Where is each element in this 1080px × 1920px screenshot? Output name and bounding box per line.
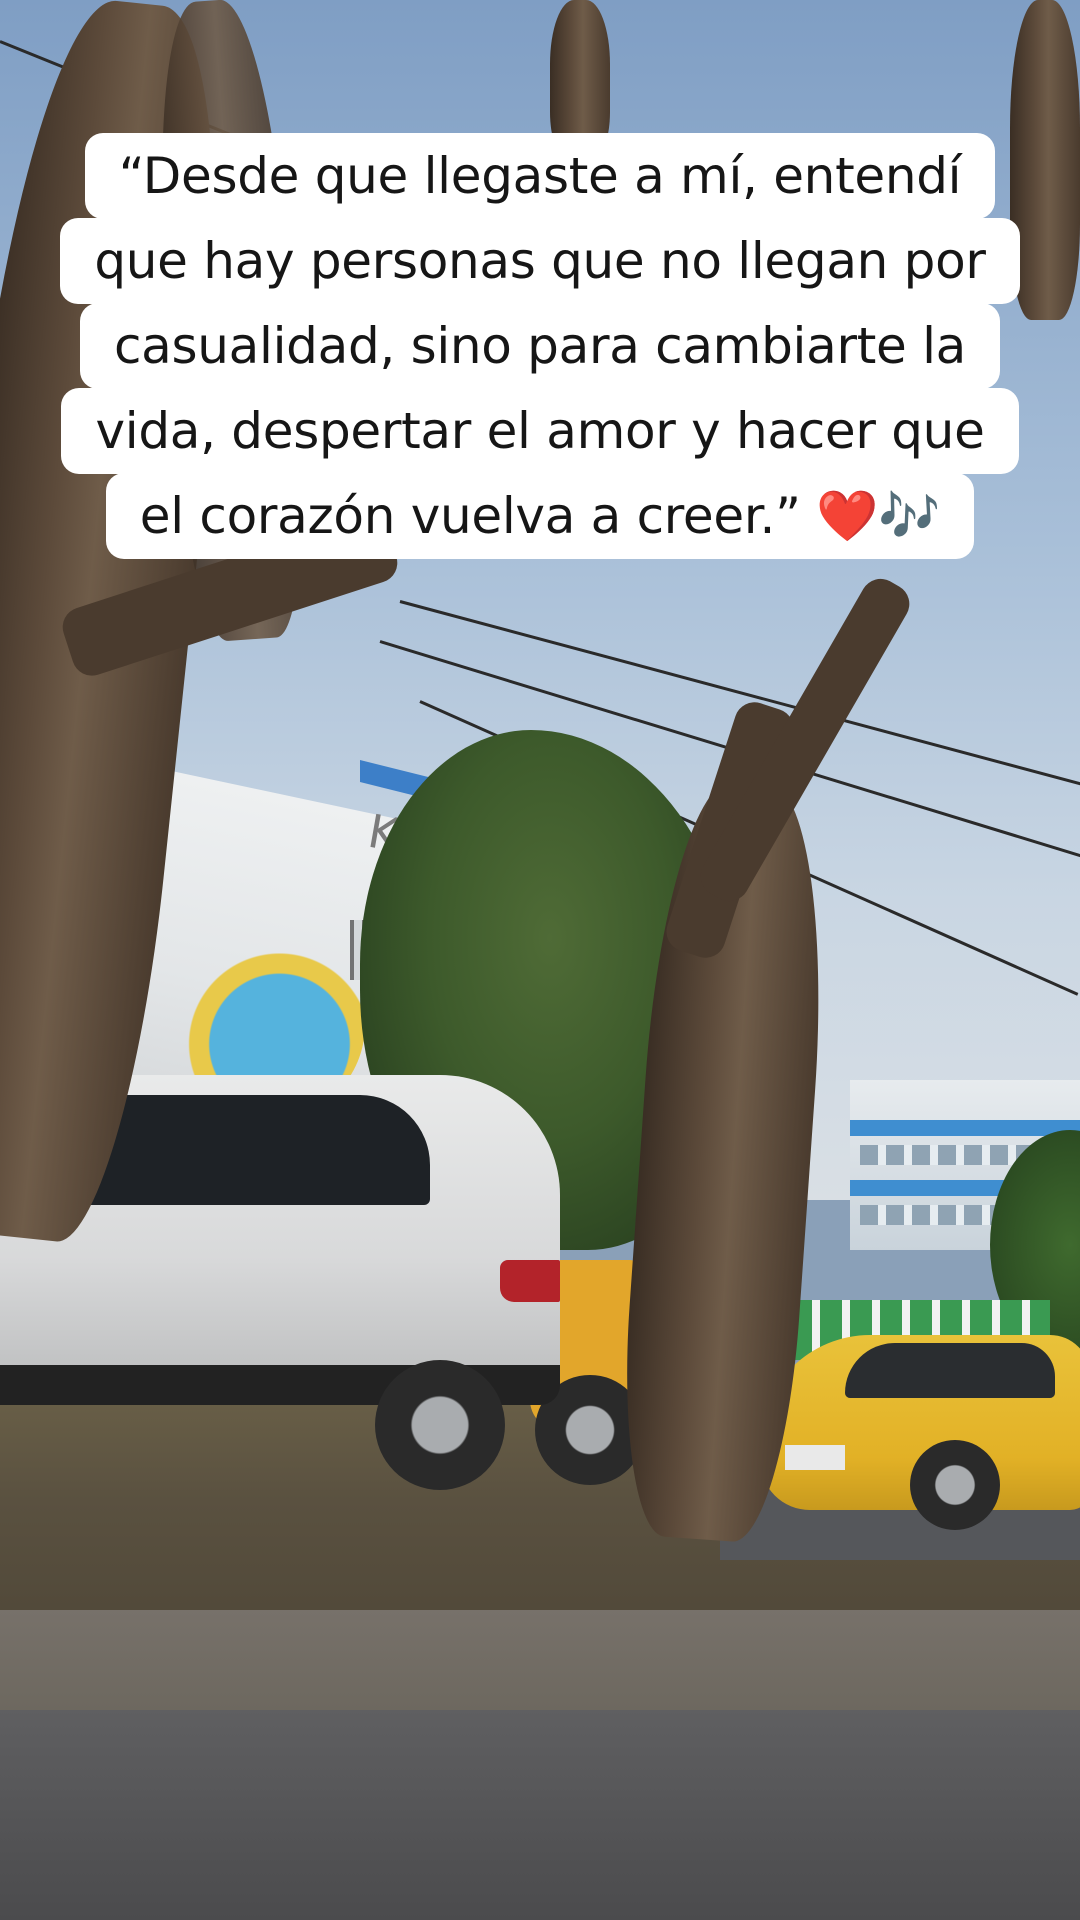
music-notes-emoji-icon: 🎶: [878, 487, 941, 545]
caption-line-3: casualidad, sino para cambiarte la: [79, 303, 1001, 389]
road: [0, 1710, 1080, 1920]
caption-line-5-text: el corazón vuelva a creer.”: [139, 487, 801, 545]
wheel: [910, 1440, 1000, 1530]
caption-line-5: el corazón vuelva a creer.” ❤️🎶: [105, 473, 975, 559]
caption-line-4: vida, despertar el amor y hacer que: [61, 388, 1019, 474]
caption-line-1: “Desde que llegaste a mí, entendí: [84, 133, 996, 219]
curb: [0, 1610, 1080, 1710]
heart-emoji-icon: ❤️: [816, 487, 879, 545]
caption-line-2: que hay personas que no llegan por: [60, 218, 1020, 304]
caption-overlay: “Desde que llegaste a mí, entendí que ha…: [0, 133, 1080, 559]
video-frame: Kids: [0, 0, 1080, 1920]
wheel: [375, 1360, 505, 1490]
